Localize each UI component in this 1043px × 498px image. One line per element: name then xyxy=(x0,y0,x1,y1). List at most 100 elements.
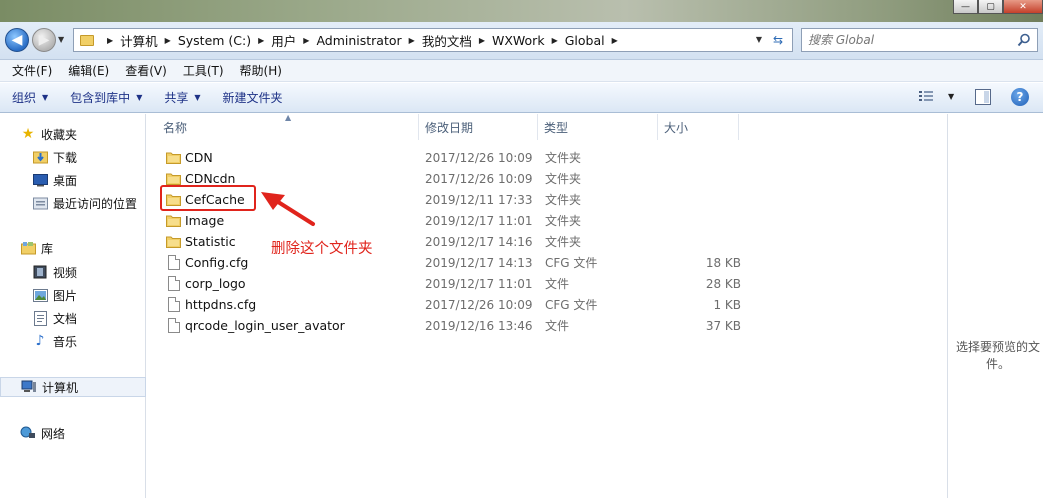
refresh-button[interactable]: ⇆ xyxy=(768,31,788,49)
address-dropdown-icon[interactable]: ▼ xyxy=(756,35,762,44)
downloads-folder-icon xyxy=(32,149,48,165)
nav-videos[interactable]: 视频 xyxy=(0,262,146,282)
nav-network-label: 网络 xyxy=(41,426,66,441)
column-header-size[interactable]: 大小 xyxy=(658,114,739,140)
file-list: ▲ 名称 修改日期 类型 大小 CDN 2017/12/26 10:09 文件夹 CD… xyxy=(147,113,947,498)
folder-icon xyxy=(166,215,181,227)
share-label: 共享 xyxy=(164,91,189,105)
file-icon xyxy=(168,276,180,291)
file-type: 文件 xyxy=(545,319,570,333)
file-name: CDN xyxy=(185,150,213,165)
nav-videos-label: 视频 xyxy=(53,265,78,280)
chevron-right-icon[interactable]: ▶ xyxy=(409,36,415,45)
new-folder-label: 新建文件夹 xyxy=(222,91,283,105)
caret-down-icon: ▼ xyxy=(136,93,143,102)
help-button[interactable]: ? xyxy=(1011,88,1029,106)
column-header-date[interactable]: 修改日期 xyxy=(419,114,538,140)
menu-tools[interactable]: 工具(T) xyxy=(183,62,224,79)
file-type: 文件夹 xyxy=(545,235,582,249)
computer-icon xyxy=(21,379,37,395)
file-row[interactable]: qrcode_login_user_avator 2019/12/16 13:46… xyxy=(157,315,742,336)
nav-computer[interactable]: 计算机 xyxy=(0,377,146,397)
forward-button[interactable]: ▶ xyxy=(32,28,56,52)
file-name: httpdns.cfg xyxy=(185,297,257,312)
file-type: 文件夹 xyxy=(545,151,582,165)
nav-music[interactable]: ♪ 音乐 xyxy=(0,331,146,351)
back-button[interactable]: ◀ xyxy=(5,28,29,52)
address-bar[interactable]: ▶ 计算机 ▶ System (C:) ▶ 用户 ▶ Administrator… xyxy=(73,28,793,52)
breadcrumb-administrator[interactable]: Administrator xyxy=(316,33,401,48)
column-header-type[interactable]: 类型 xyxy=(538,114,658,140)
chevron-right-icon[interactable]: ▶ xyxy=(258,36,264,45)
breadcrumb-my-documents[interactable]: 我的文档 xyxy=(422,31,472,50)
chevron-right-icon[interactable]: ▶ xyxy=(552,36,558,45)
chevron-right-icon[interactable]: ▶ xyxy=(612,36,618,45)
desktop-icon xyxy=(32,172,48,188)
file-row[interactable]: Statistic 2019/12/17 14:16 文件夹 xyxy=(157,231,742,252)
file-date: 2019/12/17 11:01 xyxy=(425,213,533,228)
nav-network[interactable]: 网络 xyxy=(0,423,146,443)
nav-recent-places[interactable]: 最近访问的位置 xyxy=(0,193,146,213)
minimize-button[interactable]: — xyxy=(953,0,978,14)
folder-icon xyxy=(166,173,181,185)
change-view-button[interactable]: ▼ xyxy=(918,89,954,103)
menu-edit[interactable]: 编辑(E) xyxy=(68,62,109,79)
caret-down-icon: ▼ xyxy=(194,93,201,102)
video-icon xyxy=(32,264,48,280)
new-folder-button[interactable]: 新建文件夹 xyxy=(223,89,283,106)
file-size xyxy=(665,168,741,189)
maximize-button[interactable]: ▢ xyxy=(978,0,1003,14)
column-header-name[interactable]: 名称 xyxy=(157,114,419,140)
file-size: 18 KB xyxy=(705,255,741,270)
breadcrumb-wxwork[interactable]: WXWork xyxy=(492,33,545,48)
nav-libraries-label: 库 xyxy=(41,241,54,256)
file-type: CFG 文件 xyxy=(545,256,598,270)
file-row[interactable]: Image 2019/12/17 11:01 文件夹 xyxy=(157,210,742,231)
nav-desktop[interactable]: 桌面 xyxy=(0,170,146,190)
history-dropdown-icon[interactable]: ▼ xyxy=(58,35,64,44)
search-icon[interactable] xyxy=(1017,33,1031,47)
file-name: Statistic xyxy=(185,234,236,249)
chevron-right-icon[interactable]: ▶ xyxy=(303,36,309,45)
file-row[interactable]: httpdns.cfg 2017/12/26 10:09 CFG 文件 1 KB xyxy=(157,294,742,315)
network-icon xyxy=(20,425,36,441)
music-icon: ♪ xyxy=(35,333,45,349)
preview-message: 选择要预览的文件。 xyxy=(955,340,1040,371)
nav-computer-label: 计算机 xyxy=(42,380,79,395)
file-row[interactable]: CDN 2017/12/26 10:09 文件夹 xyxy=(157,147,742,168)
search-box[interactable] xyxy=(801,28,1038,52)
chevron-right-icon[interactable]: ▶ xyxy=(165,36,171,45)
folder-icon xyxy=(80,34,94,46)
file-size: 37 KB xyxy=(705,318,741,333)
menu-file[interactable]: 文件(F) xyxy=(12,62,52,79)
breadcrumb-computer[interactable]: 计算机 xyxy=(120,31,158,50)
chevron-right-icon[interactable]: ▶ xyxy=(107,36,113,45)
nav-libraries[interactable]: 库 xyxy=(0,238,146,258)
star-icon: ★ xyxy=(21,126,35,142)
nav-documents[interactable]: 文档 xyxy=(0,308,146,328)
include-in-library-button[interactable]: 包含到库中 ▼ xyxy=(70,89,142,106)
organize-button[interactable]: 组织 ▼ xyxy=(12,89,48,106)
menu-view[interactable]: 查看(V) xyxy=(125,62,167,79)
nav-pictures-label: 图片 xyxy=(53,288,78,303)
nav-pictures[interactable]: 图片 xyxy=(0,285,146,305)
breadcrumb-users[interactable]: 用户 xyxy=(271,31,296,50)
share-button[interactable]: 共享 ▼ xyxy=(164,89,200,106)
breadcrumb-global[interactable]: Global xyxy=(565,33,605,48)
nav-downloads-label: 下载 xyxy=(53,150,78,165)
breadcrumb-system-c[interactable]: System (C:) xyxy=(178,33,251,48)
chevron-right-icon[interactable]: ▶ xyxy=(479,36,485,45)
file-type: CFG 文件 xyxy=(545,298,598,312)
documents-icon xyxy=(32,310,48,326)
nav-favorites[interactable]: ★ 收藏夹 xyxy=(0,124,146,144)
file-date: 2017/12/26 10:09 xyxy=(425,297,533,312)
file-type: 文件夹 xyxy=(545,193,582,207)
preview-pane-button[interactable] xyxy=(975,89,991,105)
menu-help[interactable]: 帮助(H) xyxy=(240,62,282,79)
search-input[interactable] xyxy=(808,32,1008,48)
close-button[interactable]: ✕ xyxy=(1003,0,1043,14)
pictures-icon xyxy=(32,287,48,303)
nav-downloads[interactable]: 下载 xyxy=(0,147,146,167)
file-row[interactable]: corp_logo 2019/12/17 11:01 文件 28 KB xyxy=(157,273,742,294)
file-row[interactable]: Config.cfg 2019/12/17 14:13 CFG 文件 18 KB xyxy=(157,252,742,273)
